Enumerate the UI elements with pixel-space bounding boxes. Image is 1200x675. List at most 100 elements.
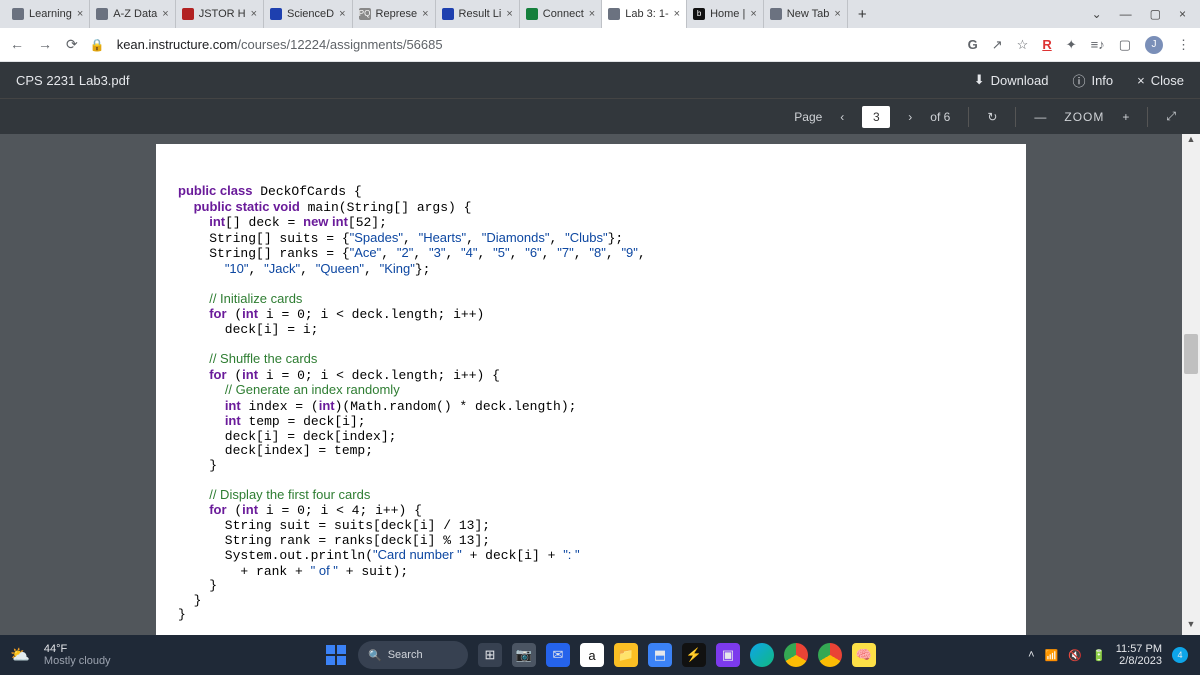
- wifi-icon[interactable]: 📶: [1045, 649, 1059, 662]
- code-block: public class DeckOfCards { public static…: [166, 184, 1016, 623]
- tab-3[interactable]: ScienceD×: [264, 0, 353, 28]
- page-input[interactable]: [862, 106, 890, 128]
- panel-icon[interactable]: ▢: [1119, 37, 1131, 53]
- close-icon[interactable]: ×: [162, 8, 168, 20]
- zoom-in-icon[interactable]: +: [1122, 110, 1129, 124]
- extension-icon[interactable]: ✦: [1066, 37, 1077, 53]
- mail-app-icon[interactable]: ✉: [546, 643, 570, 667]
- task-view-icon[interactable]: ⊞: [478, 643, 502, 667]
- info-label: Info: [1091, 73, 1113, 88]
- clock[interactable]: 11:57 PM 2/8/2023: [1116, 643, 1162, 667]
- windows-taskbar: ⛅ 44°F Mostly cloudy 🔍Search ⊞ 📷 ✉ a 📁 ⬒…: [0, 635, 1200, 675]
- google-icon[interactable]: G: [968, 37, 978, 52]
- app-icon[interactable]: 🧠: [852, 643, 876, 667]
- battery-icon[interactable]: 🔋: [1092, 649, 1106, 662]
- weather-icon[interactable]: ⛅: [10, 645, 30, 665]
- url-path: /courses/12224/assignments/56685: [237, 37, 442, 52]
- chrome-app-icon[interactable]: [784, 643, 808, 667]
- tab-label: Learning: [29, 8, 72, 20]
- edge-app-icon[interactable]: [750, 643, 774, 667]
- explorer-app-icon[interactable]: 📁: [614, 643, 638, 667]
- close-icon[interactable]: ×: [422, 8, 428, 20]
- minimize-icon[interactable]: —: [1120, 7, 1132, 21]
- scroll-thumb[interactable]: [1184, 334, 1198, 374]
- close-icon[interactable]: ×: [77, 8, 83, 20]
- download-icon: ⬇: [974, 72, 985, 88]
- scroll-up-icon[interactable]: ▲: [1182, 134, 1200, 150]
- tab-4[interactable]: PQReprese×: [353, 0, 436, 28]
- address-bar[interactable]: kean.instructure.com/courses/12224/assig…: [117, 37, 956, 52]
- close-icon[interactable]: ×: [750, 8, 756, 20]
- close-icon[interactable]: ×: [251, 8, 257, 20]
- tab-1[interactable]: A-Z Data ×: [90, 0, 175, 28]
- chevron-up-icon[interactable]: ˄: [1028, 649, 1034, 661]
- maximize-icon[interactable]: ▢: [1150, 7, 1161, 21]
- menu-icon[interactable]: ⋮: [1177, 37, 1190, 53]
- tab-8[interactable]: bHome |×: [687, 0, 764, 28]
- clock-date: 2/8/2023: [1116, 655, 1162, 667]
- tab-2[interactable]: JSTOR H×: [176, 0, 264, 28]
- start-button[interactable]: [324, 643, 348, 667]
- tab-label: Connect: [543, 8, 584, 20]
- close-icon[interactable]: ×: [589, 8, 595, 20]
- app-icon[interactable]: ▣: [716, 643, 740, 667]
- page-label: Page: [794, 110, 822, 124]
- divider: [1147, 107, 1148, 127]
- forward-icon[interactable]: →: [38, 36, 52, 53]
- tab-0[interactable]: Learning ×: [6, 0, 90, 28]
- browser-toolbar: ← → ⟳ 🔒 kean.instructure.com/courses/122…: [0, 28, 1200, 62]
- close-icon[interactable]: ×: [339, 8, 345, 20]
- zoom-label: ZOOM: [1064, 110, 1104, 124]
- reload-icon[interactable]: ⟳: [66, 36, 78, 53]
- camera-app-icon[interactable]: 📷: [512, 643, 536, 667]
- app-icon[interactable]: ⚡: [682, 643, 706, 667]
- browser-tabstrip: Learning× A-Z Data× JSTOR H× ScienceD× P…: [0, 0, 1200, 28]
- notification-icon[interactable]: 4: [1172, 647, 1188, 663]
- close-icon[interactable]: ×: [834, 8, 840, 20]
- lock-icon[interactable]: 🔒: [90, 38, 105, 52]
- divider: [968, 107, 969, 127]
- tab-label: New Tab: [787, 8, 830, 20]
- scroll-down-icon[interactable]: ▼: [1182, 619, 1200, 635]
- tab-label: Represe: [376, 8, 418, 20]
- volume-icon[interactable]: 🔇: [1068, 649, 1082, 662]
- new-tab-button[interactable]: +: [848, 6, 877, 23]
- star-icon[interactable]: ☆: [1017, 37, 1029, 53]
- reload-pdf-icon[interactable]: ↻: [987, 110, 997, 124]
- r-icon[interactable]: R: [1042, 37, 1051, 52]
- chrome-app-icon[interactable]: [818, 643, 842, 667]
- next-page-icon[interactable]: ›: [908, 110, 912, 124]
- tab-5[interactable]: Result Li×: [436, 0, 520, 28]
- dropbox-app-icon[interactable]: ⬒: [648, 643, 672, 667]
- close-window-icon[interactable]: ×: [1179, 7, 1186, 21]
- close-label: Close: [1151, 73, 1184, 88]
- close-icon: ×: [1137, 73, 1145, 88]
- tab-label: A-Z Data: [113, 8, 157, 20]
- tab-9[interactable]: New Tab ×: [764, 0, 848, 28]
- amazon-app-icon[interactable]: a: [580, 643, 604, 667]
- zoom-out-icon[interactable]: —: [1034, 110, 1046, 124]
- profile-avatar[interactable]: J: [1145, 36, 1163, 54]
- fullscreen-icon[interactable]: ⤢: [1166, 109, 1176, 124]
- weather-cond: Mostly cloudy: [44, 655, 111, 667]
- info-icon: ⓘ: [1072, 71, 1085, 90]
- chevron-down-icon[interactable]: ⌄: [1092, 7, 1102, 21]
- download-button[interactable]: ⬇ Download: [974, 72, 1049, 88]
- close-button[interactable]: × Close: [1137, 73, 1184, 88]
- share-icon[interactable]: ↗: [992, 37, 1003, 53]
- pdf-scrollbar[interactable]: ▲ ▼: [1182, 134, 1200, 635]
- close-icon[interactable]: ×: [674, 8, 680, 20]
- tab-label: Lab 3: 1-: [625, 8, 668, 20]
- tab-7[interactable]: Lab 3: 1- ×: [602, 0, 687, 28]
- pdf-viewport[interactable]: public class DeckOfCards { public static…: [0, 134, 1182, 635]
- close-icon[interactable]: ×: [506, 8, 512, 20]
- prev-page-icon[interactable]: ‹: [840, 110, 844, 124]
- tab-label: Home |: [710, 8, 745, 20]
- weather-widget[interactable]: 44°F Mostly cloudy: [44, 643, 111, 667]
- info-button[interactable]: ⓘ Info: [1072, 71, 1113, 90]
- download-label: Download: [991, 73, 1049, 88]
- playlist-icon[interactable]: ≡♪: [1091, 37, 1105, 52]
- tab-6[interactable]: Connect ×: [520, 0, 602, 28]
- taskbar-search[interactable]: 🔍Search: [358, 641, 468, 669]
- back-icon[interactable]: ←: [10, 36, 24, 53]
